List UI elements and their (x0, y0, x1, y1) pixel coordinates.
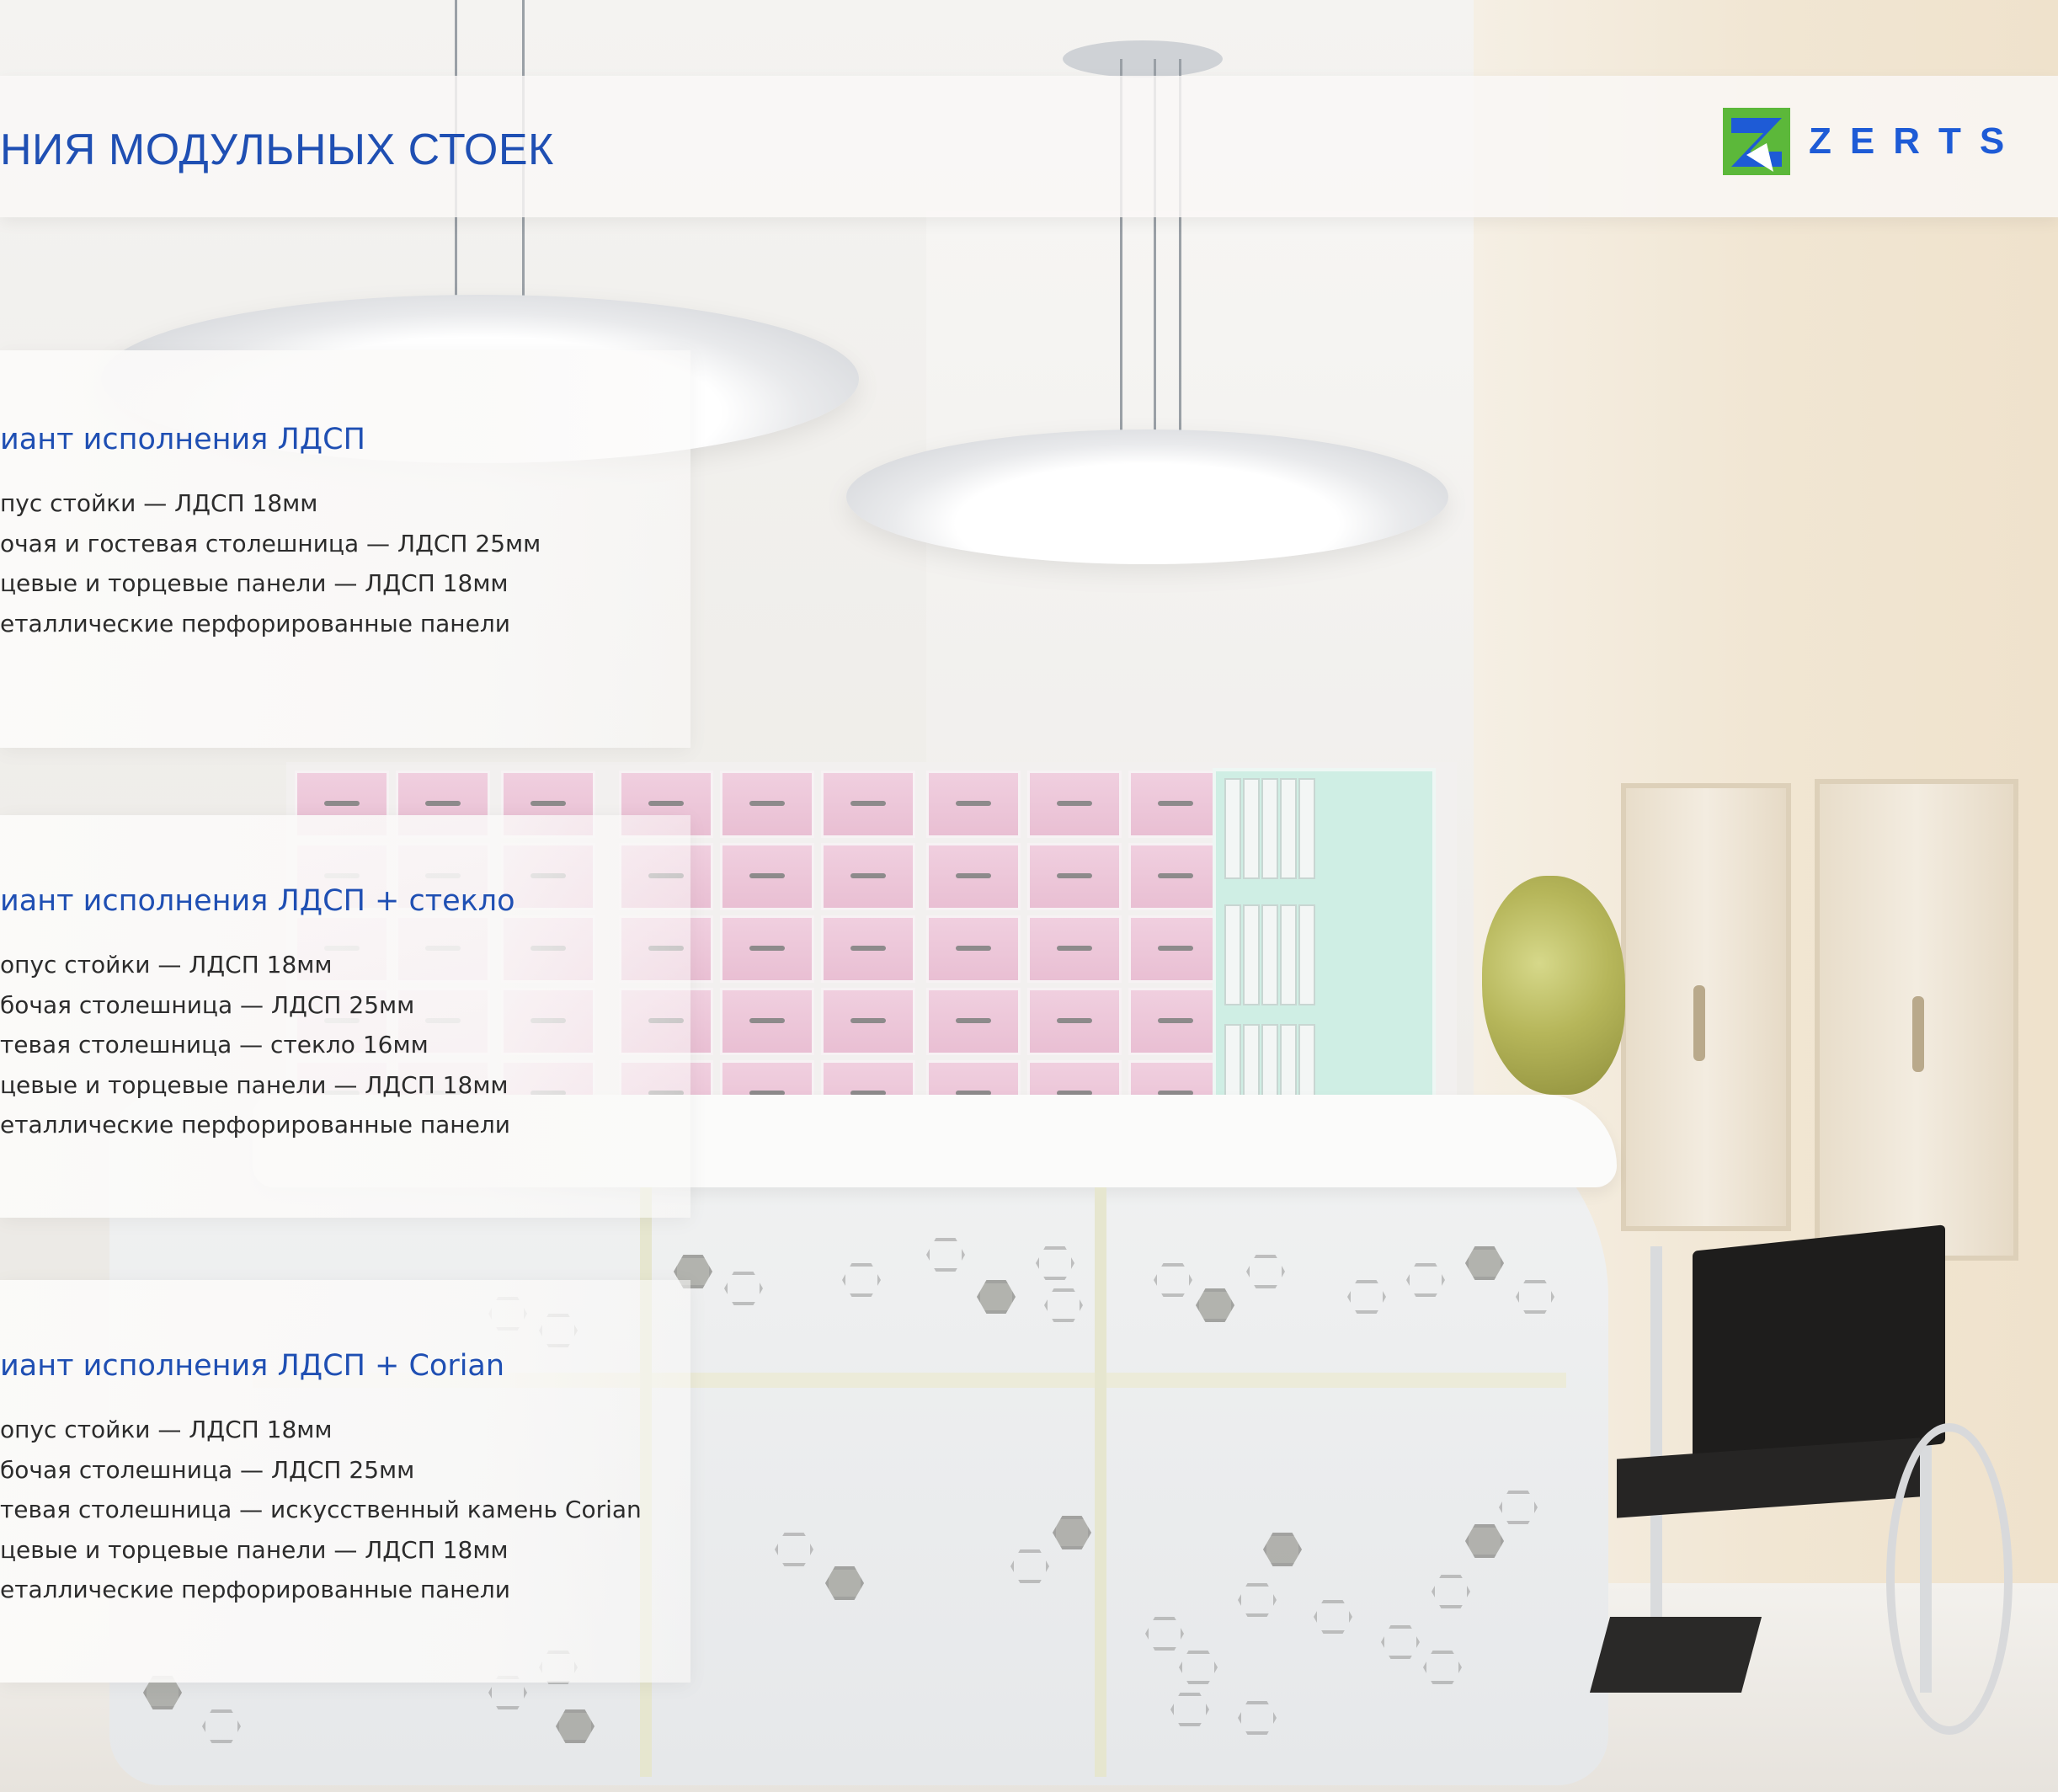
cabinet-drawer (821, 988, 915, 1055)
wheelchair-footrest (1589, 1617, 1762, 1693)
binder (1280, 904, 1297, 1005)
cabinet-drawer (720, 771, 814, 838)
binder (1224, 778, 1241, 879)
binder (1261, 778, 1278, 879)
binder (1298, 778, 1315, 879)
pendant-lamp (846, 429, 1448, 564)
zerts-logo-icon (1723, 108, 1790, 175)
wheelchair-backrest (1693, 1224, 1945, 1470)
cabinet-drawer (1128, 771, 1223, 838)
spec-item: бочая столешница — ЛДСП 25мм (0, 990, 415, 1019)
binder (1224, 904, 1241, 1005)
cabinet-drawer (1128, 988, 1223, 1055)
spec-item: цевые и торцевые панели — ЛДСП 18мм (0, 1535, 509, 1564)
spec-item: опус стойки — ЛДСП 18мм (0, 1416, 333, 1443)
spec-item: еталлические перфорированные панели (0, 1576, 510, 1603)
cabinet-drawer (1128, 915, 1223, 983)
spec-item: цевые и торцевые панели — ЛДСП 18мм (0, 1070, 509, 1099)
binder (1298, 904, 1315, 1005)
hall-door (1621, 783, 1791, 1231)
variant-title: иант исполнения ЛДСП (0, 423, 365, 456)
binder (1243, 904, 1260, 1005)
hall-door (1815, 779, 2018, 1261)
cabinet-drawer (720, 843, 814, 910)
cabinet-drawer (1027, 915, 1122, 983)
variant-title: иант исполнения ЛДСП + Corian (0, 1349, 505, 1383)
binder-shelf (1213, 768, 1436, 1147)
desk-post (1095, 1187, 1106, 1777)
spec-item: еталлические перфорированные панели (0, 609, 510, 637)
cabinet-drawer (1027, 771, 1122, 838)
cabinet-drawer (1027, 843, 1122, 910)
page-title: НИЯ МОДУЛЬНЫХ СТОЕК (0, 125, 554, 174)
variant-title: иант исполнения ЛДСП + стекло (0, 884, 515, 918)
spec-item: еталлические перфорированные панели (0, 1111, 510, 1139)
cabinet-drawer (926, 915, 1021, 983)
cabinet-drawer (720, 988, 814, 1055)
spec-item: опус стойки — ЛДСП 18мм (0, 951, 333, 979)
spec-item: бочая столешница — ЛДСП 25мм (0, 1455, 415, 1484)
spec-item: очая и гостевая столешница — ЛДСП 25мм (0, 529, 541, 557)
spec-item: цевые и торцевые панели — ЛДСП 18мм (0, 569, 509, 597)
cabinet-drawer (926, 988, 1021, 1055)
spec-item: пус стойки — ЛДСП 18мм (0, 489, 318, 517)
cabinet-drawer (821, 843, 915, 910)
cabinet-drawer (720, 915, 814, 983)
cabinet-drawer (1128, 843, 1223, 910)
potted-plant (1482, 876, 1625, 1095)
spec-list: опус стойки — ЛДСП 18мм бочая столешница… (0, 945, 510, 1145)
cabinet-drawer (926, 771, 1021, 838)
cabinet-drawer (926, 843, 1021, 910)
binder (1280, 778, 1297, 879)
variant-panel-ldsp-corian: иант исполнения ЛДСП + Corian опус стойк… (0, 1280, 690, 1683)
cabinet-drawer (1027, 988, 1122, 1055)
zerts-logo: ZERTS (1723, 108, 2023, 175)
spec-item: тевая столешница — искусственный камень … (0, 1496, 642, 1523)
binder (1261, 904, 1278, 1005)
binder (1243, 778, 1260, 879)
wheelchair-wheel (1886, 1423, 2013, 1735)
cabinet-drawer (821, 771, 915, 838)
spec-list: пус стойки — ЛДСП 18мм очая и гостевая с… (0, 483, 541, 643)
variant-panel-ldsp: иант исполнения ЛДСП пус стойки — ЛДСП 1… (0, 350, 690, 748)
spec-list: опус стойки — ЛДСП 18мм бочая столешница… (0, 1410, 642, 1610)
spec-item: тевая столешница — стекло 16мм (0, 1031, 429, 1059)
cabinet-drawer (821, 915, 915, 983)
ceiling-cap (1063, 40, 1223, 77)
variant-panel-ldsp-glass: иант исполнения ЛДСП + стекло опус стойк… (0, 815, 690, 1218)
logo-text: ZERTS (1809, 120, 2023, 162)
